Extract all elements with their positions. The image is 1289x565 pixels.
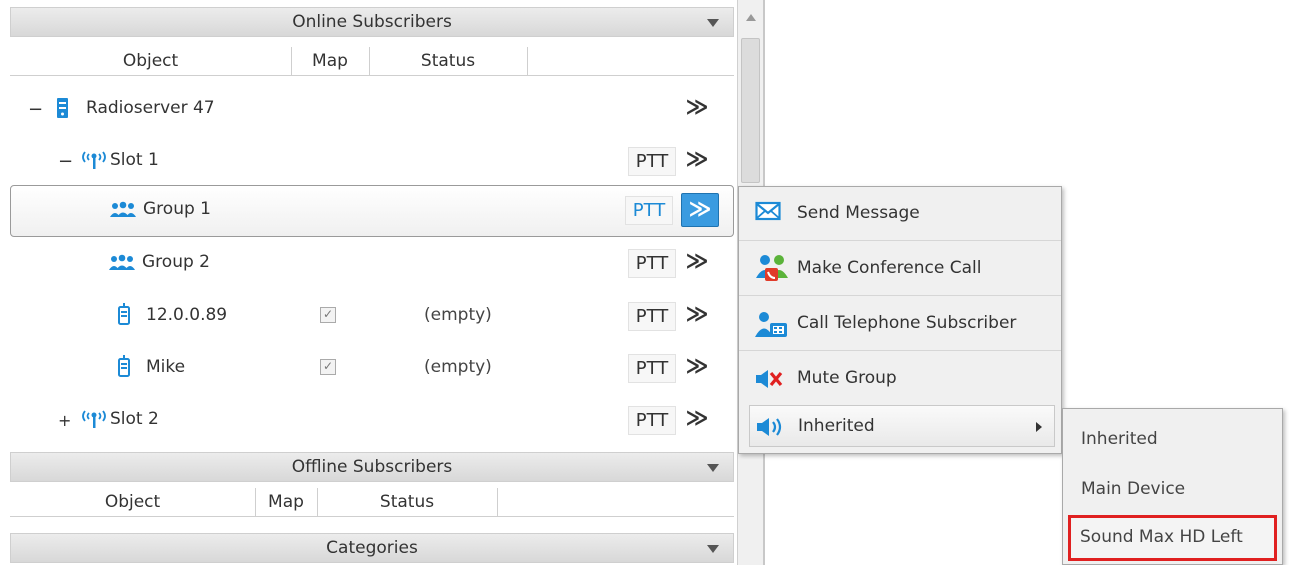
ptt-button[interactable]: PTT: [628, 147, 676, 176]
tree-item-label: Slot 1: [110, 150, 159, 170]
menu-item-send-message[interactable]: Send Message: [739, 187, 1061, 241]
menu-item-label: Make Conference Call: [797, 258, 982, 278]
server-icon: [56, 97, 69, 119]
tree-row-slot-1[interactable]: − Slot 1 PTT ≫: [10, 136, 734, 188]
more-actions-button[interactable]: ≫: [682, 94, 712, 124]
column-status[interactable]: Status: [369, 47, 528, 76]
online-subscribers-title: Online Subscribers: [292, 12, 452, 32]
tree-row-group-1[interactable]: Group 1 PTT ≫: [10, 185, 734, 237]
column-map[interactable]: Map: [255, 488, 318, 517]
map-checkbox[interactable]: ✓: [320, 307, 336, 323]
offline-subscribers-header[interactable]: Offline Subscribers: [10, 452, 734, 482]
scroll-up-arrow-icon[interactable]: [746, 14, 756, 21]
expand-toggle[interactable]: +: [58, 411, 71, 430]
column-object[interactable]: Object: [10, 47, 292, 76]
collapse-toggle[interactable]: −: [28, 99, 43, 120]
group-icon: [109, 201, 137, 219]
offline-column-header: Object Map Status: [10, 488, 734, 517]
ptt-button[interactable]: PTT: [628, 249, 676, 278]
tree-row-group-2[interactable]: Group 2 PTT ≫: [10, 238, 734, 290]
tree-item-label: Group 1: [143, 199, 211, 219]
status-value: (empty): [424, 305, 492, 325]
radio-tower-icon: [80, 148, 108, 170]
status-value: (empty): [424, 357, 492, 377]
conference-call-icon: [755, 254, 788, 281]
menu-item-label: Mute Group: [797, 368, 897, 388]
envelope-icon: [755, 201, 785, 225]
scrollbar-thumb[interactable]: [741, 38, 760, 183]
categories-header[interactable]: Categories: [10, 533, 734, 563]
tree-item-label: Slot 2: [110, 409, 159, 429]
more-actions-button[interactable]: ≫: [682, 405, 712, 435]
map-checkbox[interactable]: ✓: [320, 359, 336, 375]
handheld-radio-icon: [118, 303, 130, 325]
ptt-button[interactable]: PTT: [628, 302, 676, 331]
more-actions-button[interactable]: ≫: [682, 248, 712, 278]
column-status[interactable]: Status: [317, 488, 498, 517]
categories-title: Categories: [326, 538, 418, 558]
chevron-down-icon[interactable]: [707, 464, 719, 472]
more-actions-button[interactable]: ≫: [682, 301, 712, 331]
group-icon: [108, 254, 136, 272]
menu-item-mute-group[interactable]: Mute Group: [739, 352, 1061, 406]
more-actions-button[interactable]: ≫: [682, 353, 712, 383]
menu-item-call-telephone-subscriber[interactable]: Call Telephone Subscriber: [739, 297, 1061, 351]
column-object[interactable]: Object: [10, 488, 256, 517]
collapse-toggle[interactable]: −: [58, 151, 73, 172]
submenu-item-label: Inherited: [1081, 429, 1158, 449]
submenu-item-label: Main Device: [1081, 479, 1186, 499]
menu-item-conference-call[interactable]: Make Conference Call: [739, 242, 1061, 296]
submenu-item-inherited[interactable]: Inherited: [1063, 413, 1282, 465]
chevron-down-icon[interactable]: [707, 19, 719, 27]
ptt-button[interactable]: PTT: [625, 196, 673, 225]
submenu-arrow-icon: [1036, 422, 1042, 432]
menu-item-inherited[interactable]: Inherited: [749, 405, 1055, 447]
ptt-button[interactable]: PTT: [628, 354, 676, 383]
tree-row-device-mike[interactable]: Mike ✓ (empty) PTT ≫: [10, 343, 734, 395]
audio-device-submenu: Inherited Main Device Sound Max HD Left: [1062, 408, 1283, 565]
mute-speaker-icon: [755, 368, 785, 392]
ptt-button[interactable]: PTT: [628, 406, 676, 435]
submenu-item-main-device[interactable]: Main Device: [1063, 465, 1282, 517]
handheld-radio-icon: [118, 355, 130, 377]
telephone-subscriber-icon: [755, 311, 787, 337]
chevron-down-icon[interactable]: [707, 545, 719, 553]
speaker-icon: [756, 416, 786, 438]
online-column-header: Object Map Status: [10, 47, 734, 76]
submenu-item-label: Sound Max HD Left: [1080, 527, 1243, 547]
context-menu: Send Message Make Conference Call Call T…: [738, 186, 1062, 454]
offline-subscribers-title: Offline Subscribers: [291, 457, 453, 477]
column-map[interactable]: Map: [291, 47, 370, 76]
tree-item-label: Group 2: [142, 252, 210, 272]
tree-row-radioserver[interactable]: − Radioserver 47 ≫: [10, 84, 734, 136]
radio-tower-icon: [80, 407, 108, 429]
menu-item-label: Inherited: [798, 416, 875, 436]
more-actions-button-active[interactable]: ≫: [681, 193, 719, 227]
tree-item-label: Mike: [146, 357, 186, 377]
menu-item-label: Call Telephone Subscriber: [797, 313, 1017, 333]
tree-item-label: 12.0.0.89: [146, 305, 228, 325]
online-subscribers-header[interactable]: Online Subscribers: [10, 7, 734, 37]
more-actions-button[interactable]: ≫: [682, 146, 712, 176]
tree-item-label: Radioserver 47: [86, 98, 215, 118]
menu-item-label: Send Message: [797, 203, 920, 223]
tree-row-slot-2[interactable]: + Slot 2 PTT ≫: [10, 395, 734, 447]
tree-row-device-12-0-0-89[interactable]: 12.0.0.89 ✓ (empty) PTT ≫: [10, 291, 734, 343]
submenu-item-sound-max-hd-left[interactable]: Sound Max HD Left: [1068, 515, 1277, 561]
